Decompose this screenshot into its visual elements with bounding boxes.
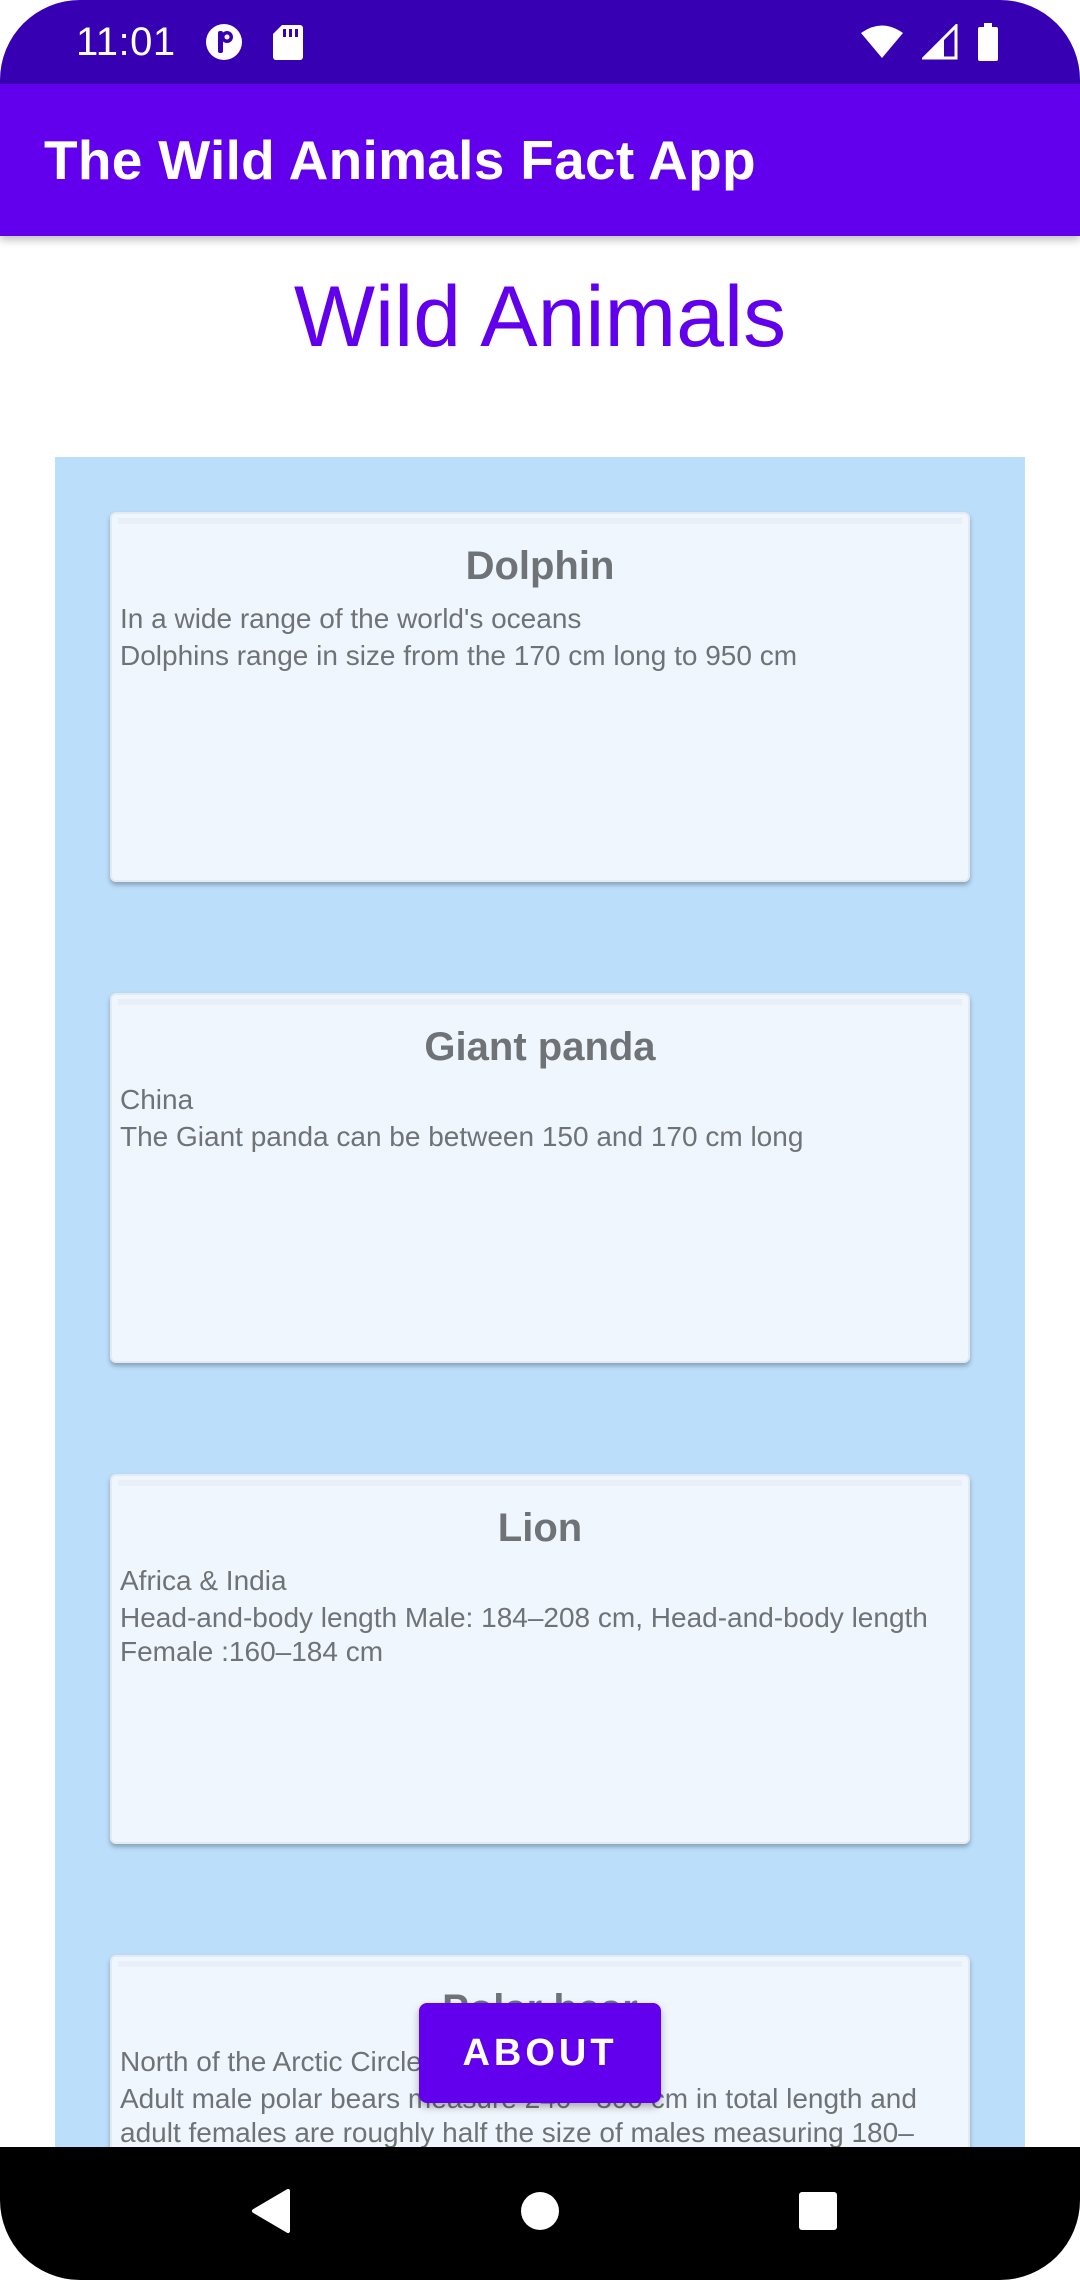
nav-home-button[interactable]	[490, 2147, 590, 2280]
about-button[interactable]: ABOUT	[419, 2003, 661, 2103]
app-notification-icon	[204, 22, 244, 62]
animal-size: The Giant panda can be between 150 and 1…	[120, 1121, 804, 1152]
app-bar: The Wild Animals Fact App	[0, 84, 1080, 236]
recents-icon	[797, 2190, 839, 2237]
sd-card-icon	[272, 23, 304, 61]
animal-card-giant-panda[interactable]: Giant panda China The Giant panda can be…	[110, 993, 970, 1363]
animal-list[interactable]: Dolphin In a wide range of the world's o…	[55, 457, 1025, 2147]
status-right	[860, 22, 1000, 62]
navigation-bar	[0, 2147, 1080, 2280]
battery-icon	[976, 22, 1000, 62]
status-time: 11:01	[76, 19, 176, 64]
status-left: 11:01	[76, 20, 304, 65]
animal-region: Africa & India	[120, 1565, 287, 1596]
animal-region: China	[120, 1084, 194, 1115]
wifi-icon	[860, 24, 904, 60]
status-bar: 11:01	[0, 0, 1080, 84]
app-bar-title: The Wild Animals Fact App	[44, 129, 756, 191]
animal-name: Lion	[497, 1506, 583, 1550]
animal-card-dolphin[interactable]: Dolphin In a wide range of the world's o…	[110, 512, 970, 882]
animal-card-lion[interactable]: Lion Africa & India Head-and-body length…	[110, 1474, 970, 1844]
page-heading: Wild Animals	[293, 269, 787, 365]
animal-region: In a wide range of the world's oceans	[120, 603, 582, 634]
app-screen: 11:01 The Wild Animals Fact App Wild Ani…	[0, 0, 1080, 2280]
nav-recents-button[interactable]	[768, 2147, 868, 2280]
animal-name: Giant panda	[424, 1025, 656, 1069]
animal-size: Head-and-body length Male: 184–208 cm, H…	[120, 1602, 928, 1667]
animal-name: Dolphin	[465, 544, 615, 588]
back-icon	[248, 2187, 292, 2240]
cell-signal-icon	[922, 24, 958, 60]
home-icon	[519, 2190, 561, 2237]
animal-size: Dolphins range in size from the 170 cm l…	[120, 640, 798, 671]
nav-back-button[interactable]	[220, 2147, 320, 2280]
